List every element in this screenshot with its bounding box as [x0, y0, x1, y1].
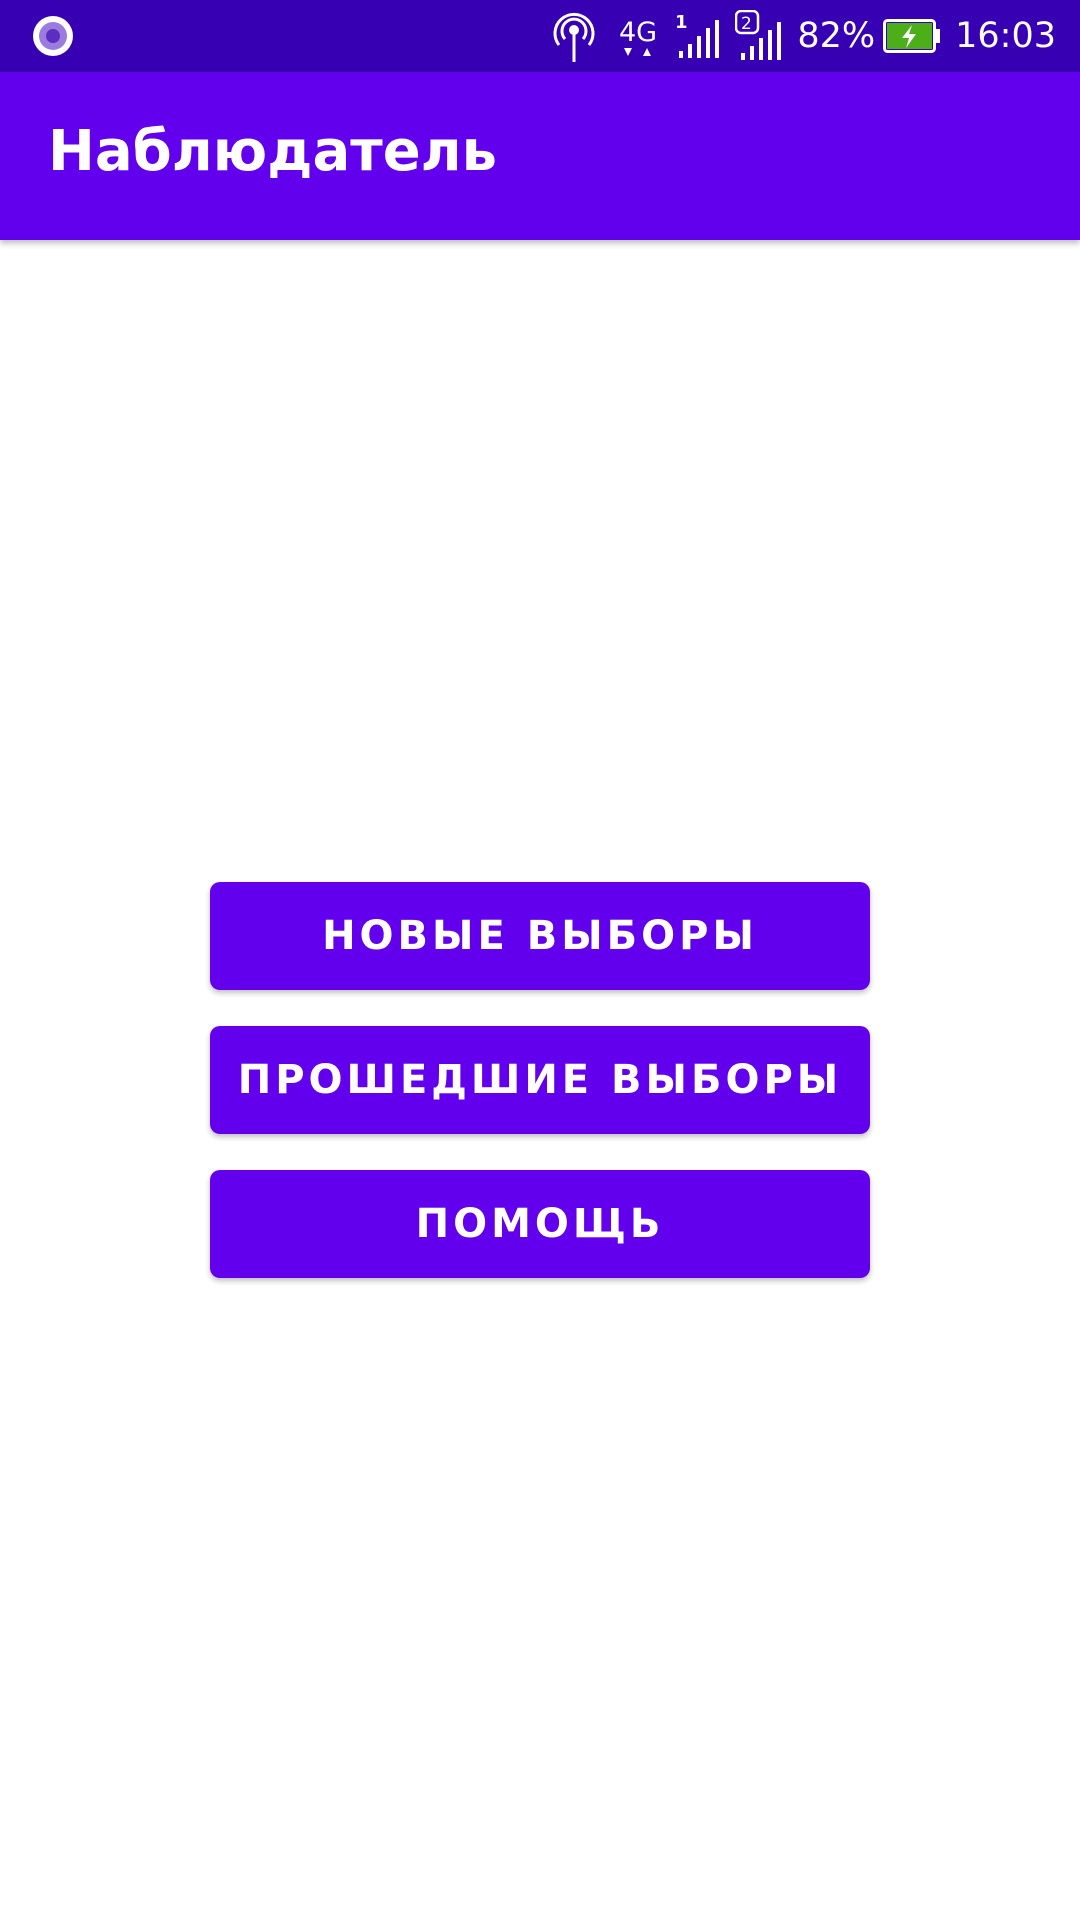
4g-data-icon: 4G	[619, 17, 657, 56]
status-icons: 4G 1 2 82% 16:03	[537, 0, 1056, 72]
app-bar: Наблюдатель	[0, 72, 1080, 240]
past-elections-button[interactable]: ПРОШЕДШИЕ ВЫБОРЫ	[210, 1026, 870, 1134]
sim1-label: 1	[675, 12, 688, 33]
hotspot-icon	[553, 12, 595, 62]
clock-time: 16:03	[955, 16, 1056, 56]
signal-sim2-icon: 2	[735, 10, 782, 60]
network-type-label: 4G	[619, 17, 657, 48]
sim2-label: 2	[741, 14, 752, 34]
signal-sim1-icon: 1	[675, 12, 720, 58]
notification-dot-icon	[33, 16, 73, 56]
battery-percentage: 82%	[797, 16, 876, 56]
new-elections-button[interactable]: НОВЫЕ ВЫБОРЫ	[210, 882, 870, 990]
status-bar: 4G 1 2 82% 16:03	[0, 0, 1080, 72]
battery-charging-icon	[883, 19, 941, 53]
help-button[interactable]: ПОМОЩЬ	[210, 1170, 870, 1278]
app-title: Наблюдатель	[48, 119, 498, 184]
